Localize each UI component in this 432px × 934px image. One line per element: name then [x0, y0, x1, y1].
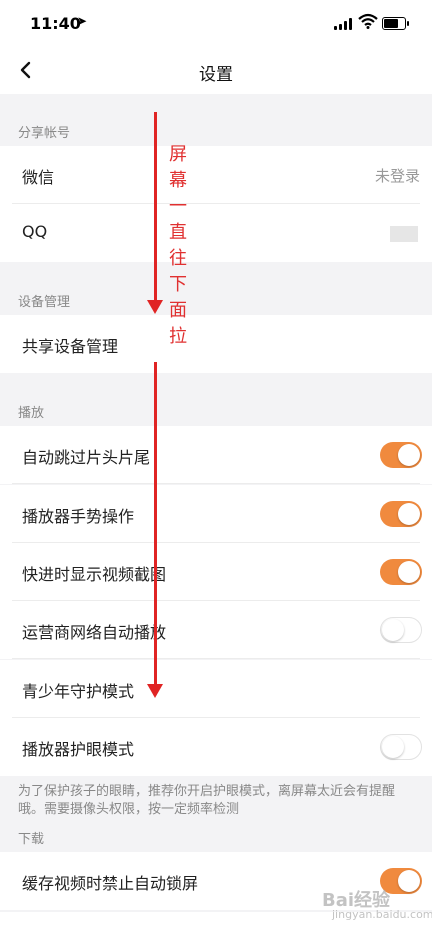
- annotation-char: 面: [169, 300, 187, 321]
- annotation-char: 直: [169, 222, 187, 243]
- divider: [12, 658, 420, 659]
- section-header-device-management: 设备管理: [18, 295, 71, 310]
- nav-bar: 设置: [0, 46, 432, 94]
- settings-row-teen-mode[interactable]: 青少年守护模式: [0, 660, 432, 718]
- section-header-download: 下载: [18, 832, 45, 847]
- status-bar: 11:40 ➤: [0, 0, 432, 46]
- settings-row-skip-intro[interactable]: 自动跳过片头片尾: [0, 426, 432, 484]
- qq-status-placeholder: [390, 226, 418, 242]
- toggle-switch-off[interactable]: [380, 734, 422, 760]
- cellular-signal-icon: [334, 18, 352, 30]
- settings-row-shared-devices[interactable]: 共享设备管理: [0, 315, 432, 373]
- row-label: 微信: [22, 168, 55, 187]
- toggle-switch-on[interactable]: [380, 559, 422, 585]
- row-label: 缓存视频时禁止自动锁屏: [22, 874, 199, 893]
- section-header-share-accounts: 分享帐号: [18, 126, 71, 141]
- location-arrow-icon: ➤: [77, 14, 88, 28]
- annotation-char: 一: [169, 196, 187, 217]
- settings-row-qq[interactable]: QQ: [0, 204, 432, 262]
- annotation-text: 屏幕一直往下面拉: [166, 142, 190, 350]
- login-status: 未登录: [374, 167, 420, 185]
- settings-row-gesture[interactable]: 播放器手势操作: [0, 485, 432, 543]
- settings-row-seek-preview[interactable]: 快进时显示视频截图: [0, 543, 432, 601]
- battery-level: [384, 19, 398, 28]
- toggle-switch-on[interactable]: [380, 501, 422, 527]
- page-title: 设置: [199, 65, 233, 85]
- annotation-char: 幕: [169, 170, 187, 191]
- status-time: 11:40: [30, 14, 81, 33]
- annotation-char: 往: [169, 248, 187, 269]
- toggle-switch-on[interactable]: [380, 442, 422, 468]
- settings-row-eye-protection[interactable]: 播放器护眼模式: [0, 718, 432, 776]
- row-label: 共享设备管理: [22, 337, 119, 356]
- row-label: 播放器手势操作: [22, 507, 135, 526]
- settings-row-wechat[interactable]: 微信 未登录: [0, 146, 432, 204]
- row-label: 青少年守护模式: [22, 682, 135, 701]
- row-label: QQ: [22, 222, 48, 241]
- settings-row-cellular-autoplay[interactable]: 运营商网络自动播放: [0, 601, 432, 659]
- row-label: 快进时显示视频截图: [22, 565, 167, 584]
- annotation-char: 拉: [169, 326, 187, 347]
- battery-icon: [382, 17, 409, 30]
- wifi-icon: [358, 13, 378, 29]
- row-label: 播放器护眼模式: [22, 740, 135, 759]
- row-label: 自动跳过片头片尾: [22, 448, 151, 467]
- toggle-switch-off[interactable]: [380, 617, 422, 643]
- section-header-playback: 播放: [18, 406, 45, 421]
- eye-protection-note: 为了保护孩子的眼睛，推荐你开启护眼模式，离屏幕太近会有提醒哦。需要摄像头权限，按…: [18, 784, 396, 817]
- row-label: 运营商网络自动播放: [22, 623, 167, 642]
- watermark-url: jingyan.baidu.com: [332, 908, 432, 921]
- divider: [12, 483, 420, 484]
- annotation-char: 屏: [169, 144, 187, 165]
- annotation-char: 下: [169, 274, 187, 295]
